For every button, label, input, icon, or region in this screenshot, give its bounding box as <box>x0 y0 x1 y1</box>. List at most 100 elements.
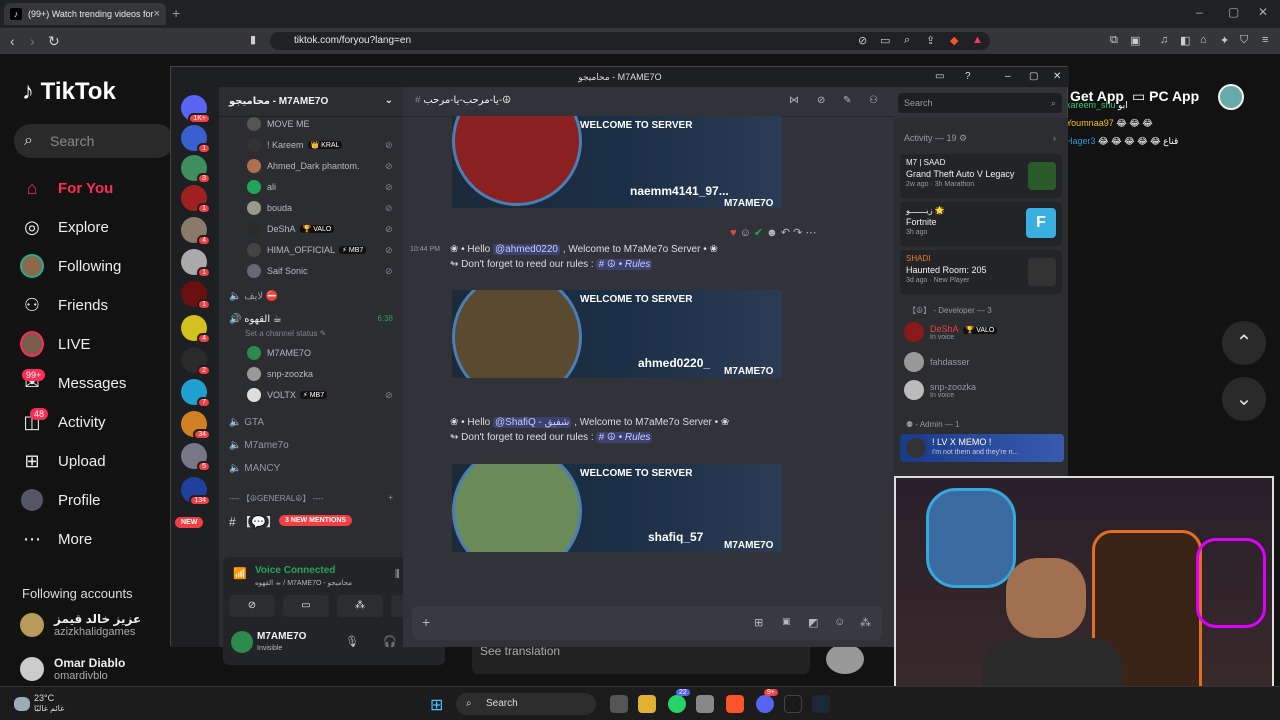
screen-icon[interactable]: ▭ <box>880 34 890 47</box>
activities-button[interactable]: ⁂ <box>337 595 383 617</box>
new-mentions-pill[interactable]: 3 NEW MENTIONS <box>279 515 353 526</box>
vpn-icon[interactable]: ⌂ <box>1200 34 1207 46</box>
whatsapp-icon[interactable] <box>668 695 686 713</box>
server-name-header[interactable]: محاميجو - M7AME7O ⌄ <box>219 87 403 117</box>
shield-icon[interactable]: ⛉ <box>1240 34 1248 47</box>
voice-user[interactable]: ali ⊘ <box>247 180 393 194</box>
brave-rewards-icon[interactable]: ▲ <box>972 34 983 46</box>
server-icon[interactable]: 1 <box>181 185 211 214</box>
server-icon[interactable]: 2 <box>181 347 211 376</box>
voice-user[interactable]: VOLTX ⚡ MB7 ⊘ <box>247 388 393 402</box>
add-reaction-icon[interactable]: ☻ <box>766 227 778 239</box>
message-composer[interactable]: + ⊞ ▣ ◩ ☺ ⁂ <box>412 606 882 640</box>
voice-location[interactable]: القهوه ☕ / M7AME7O - محاميجو <box>255 579 352 587</box>
browser-tab[interactable]: ♪ (99+) Watch trending videos for × <box>4 3 166 25</box>
general-category[interactable]: ---- 【☮GENERAL☮】 ---- + <box>229 493 393 504</box>
terminal-icon[interactable] <box>784 695 802 713</box>
maximize-icon[interactable]: ▢ <box>1029 67 1038 87</box>
sticker-icon[interactable]: ◩ <box>808 616 818 629</box>
nav-upload[interactable]: ⊞ Upload <box>20 449 105 473</box>
pin-icon[interactable]: ✎ <box>843 95 851 106</box>
server-icon[interactable]: 3 <box>181 155 211 184</box>
more-options-icon[interactable]: ⋯ <box>805 227 816 239</box>
headphones-icon[interactable]: 🎧 <box>383 635 397 648</box>
zoom-icon[interactable]: ⌕ <box>904 34 910 47</box>
discord-app-icon[interactable] <box>756 695 774 713</box>
cast-off-icon[interactable]: ⊘ <box>858 34 867 47</box>
apps-icon[interactable]: ⁂ <box>860 616 871 629</box>
server-icon[interactable]: 1 <box>181 281 211 310</box>
tiktok-logo[interactable]: ♪ TikTok <box>22 78 116 106</box>
text-channel-general[interactable]: # 【💬】 <box>229 513 278 530</box>
sidebar-icon[interactable]: ◧ <box>1180 34 1190 47</box>
user-avatar[interactable] <box>1218 84 1244 110</box>
self-avatar[interactable] <box>231 631 253 653</box>
back-icon[interactable]: ‹ <box>10 33 15 49</box>
new-tab-icon[interactable]: + <box>172 5 180 21</box>
microphone-icon[interactable]: 🎙 <box>345 635 359 648</box>
voice-user[interactable]: Saif Sonic ⊘ <box>247 264 393 278</box>
home-server-icon[interactable]: 1K+ <box>181 95 211 124</box>
leo-icon[interactable]: ✦ <box>1220 34 1229 47</box>
following-account[interactable]: Omar Diablo omardivblo <box>20 656 125 682</box>
minimize-icon[interactable]: – <box>1005 67 1011 87</box>
voice-user[interactable]: snp-zoozka <box>247 367 313 381</box>
heart-reaction-icon[interactable]: ♥ <box>730 227 737 239</box>
forward-icon[interactable]: › <box>30 33 35 49</box>
user-mention[interactable]: @ahmed0220 <box>493 244 560 255</box>
noise-suppression-icon[interactable]: ⫼ <box>395 569 400 580</box>
scroll-up-button[interactable]: ⌃ <box>1222 321 1266 365</box>
activity-card[interactable]: SHADI Haunted Room: 205 3d ago · New Pla… <box>900 250 1062 294</box>
voice-user[interactable]: Ahmed_Dark phantom. ⊘ <box>247 159 393 173</box>
activity-card[interactable]: زيـــــــو 🌟 Fortnite 3h ago F <box>900 202 1062 246</box>
voice-user[interactable]: bouda ⊘ <box>247 201 393 215</box>
minimize-icon[interactable]: – <box>1196 5 1203 19</box>
threads-icon[interactable]: ⋈ <box>789 95 799 106</box>
voice-user[interactable]: DeShA 🏆 VALO ⊘ <box>247 222 393 236</box>
server-icon[interactable]: 34 <box>181 411 211 440</box>
gift-icon[interactable]: ⊞ <box>754 616 763 629</box>
voice-user[interactable]: HIMA_OFFICIAL ⚡ MB7 ⊘ <box>247 243 393 257</box>
brave-browser-icon[interactable] <box>726 695 744 713</box>
voice-channel-live[interactable]: 🔈 لايف ⛔ <box>229 291 278 302</box>
member-item[interactable]: snp-zoozka In voice <box>904 380 976 400</box>
activity-header[interactable]: Activity — 19 ⚙ › <box>904 133 1056 144</box>
music-icon[interactable]: ♫ <box>1160 34 1168 46</box>
gif-icon[interactable]: ▣ <box>782 616 791 627</box>
windows-start-icon[interactable]: ⊞ <box>430 695 443 715</box>
nav-following[interactable]: Following <box>20 254 121 278</box>
voice-user[interactable]: ! Kareem 👑 KRAL ⊘ <box>247 138 393 152</box>
menu-icon[interactable]: ≡ <box>1262 34 1268 46</box>
screen-share-button[interactable]: ▭ <box>283 595 329 617</box>
voice-channel-mancy[interactable]: 🔈 MANCY <box>229 463 280 474</box>
scroll-down-button[interactable]: ⌄ <box>1222 377 1266 421</box>
share-icon[interactable]: ⇪ <box>926 34 935 47</box>
voice-channel-m7ame7o[interactable]: 🔈 M7ame7o <box>229 440 289 451</box>
nav-friends[interactable]: ⚇ Friends <box>20 293 108 317</box>
brave-shield-icon[interactable]: ◆ <box>950 34 958 47</box>
server-icon[interactable]: 134 <box>181 477 211 506</box>
reload-icon[interactable]: ↻ <box>48 33 60 50</box>
nav-explore[interactable]: ◎ Explore <box>20 215 109 239</box>
bookmark-icon[interactable]: ▮ <box>250 33 256 46</box>
help-icon[interactable]: ? <box>965 67 971 87</box>
creator-avatar[interactable] <box>826 644 864 674</box>
taskbar-search[interactable]: ⌕ Search <box>456 693 596 715</box>
rules-channel-link[interactable]: # ☮ • Rules <box>596 432 653 443</box>
notifications-muted-icon[interactable]: ⊘ <box>817 95 825 106</box>
nav-more[interactable]: ⋯ More <box>20 527 92 551</box>
server-icon[interactable]: 7 <box>181 379 211 408</box>
maximize-icon[interactable]: ▢ <box>1228 5 1239 19</box>
following-account[interactable]: عزيز خالد قيمز azizkhalidgames <box>20 612 141 638</box>
app-icon[interactable] <box>696 695 714 713</box>
add-channel-icon[interactable]: + <box>388 493 393 502</box>
set-channel-status[interactable]: Set a channel status ✎ <box>245 329 326 338</box>
discord-search-input[interactable]: Search ⌕ <box>898 93 1062 113</box>
laugh-reaction-icon[interactable]: ☺ <box>740 227 751 239</box>
wallet-icon[interactable]: ▣ <box>1130 34 1140 47</box>
activity-card[interactable]: M7 | SAAD Grand Theft Auto V Legacy 2w a… <box>900 154 1062 198</box>
camera-off-button[interactable]: ⊘ <box>229 595 275 617</box>
server-icon[interactable]: 4 <box>181 315 211 344</box>
server-icon[interactable]: 1 <box>181 249 211 278</box>
reply-icon[interactable]: ↶ <box>781 227 790 239</box>
